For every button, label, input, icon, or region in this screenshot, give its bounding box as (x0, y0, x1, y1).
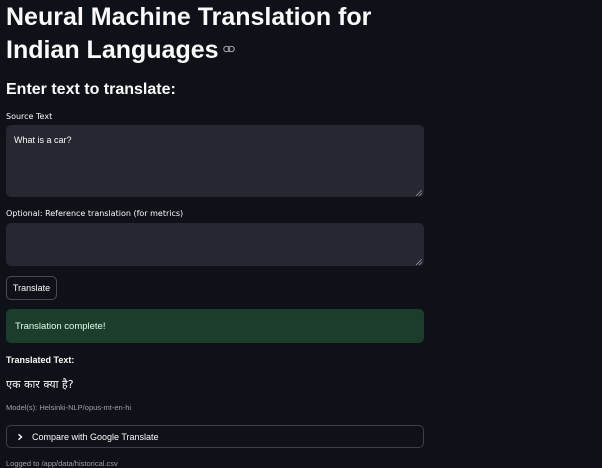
log-caption: Logged to /app/data/historical.csv (6, 459, 118, 468)
expander-label: Compare with Google Translate (32, 431, 159, 442)
link-icon[interactable] (222, 45, 235, 53)
chevron-right-icon (18, 433, 23, 440)
translate-button[interactable]: Translate (6, 276, 57, 300)
translated-text-label: Translated Text: (6, 355, 75, 365)
source-text-input[interactable] (6, 125, 424, 197)
page-title-text: Neural Machine Translation for Indian La… (6, 3, 372, 64)
google-compare-expander[interactable]: Compare with Google Translate (6, 425, 424, 448)
reference-text-input[interactable] (6, 223, 424, 266)
page-title: Neural Machine Translation for Indian La… (6, 1, 426, 67)
models-caption: Model(s): Helsinki-NLP/opus-mt-en-hi (6, 403, 132, 412)
page: Neural Machine Translation for Indian La… (0, 0, 602, 468)
source-text-label: Source Text (6, 112, 53, 121)
input-subheader: Enter text to translate: (6, 81, 176, 98)
success-alert: Translation complete! (6, 309, 424, 343)
translated-text-output: एक कार क्या है? (6, 378, 74, 391)
reference-text-label: Optional: Reference translation (for met… (6, 209, 184, 218)
